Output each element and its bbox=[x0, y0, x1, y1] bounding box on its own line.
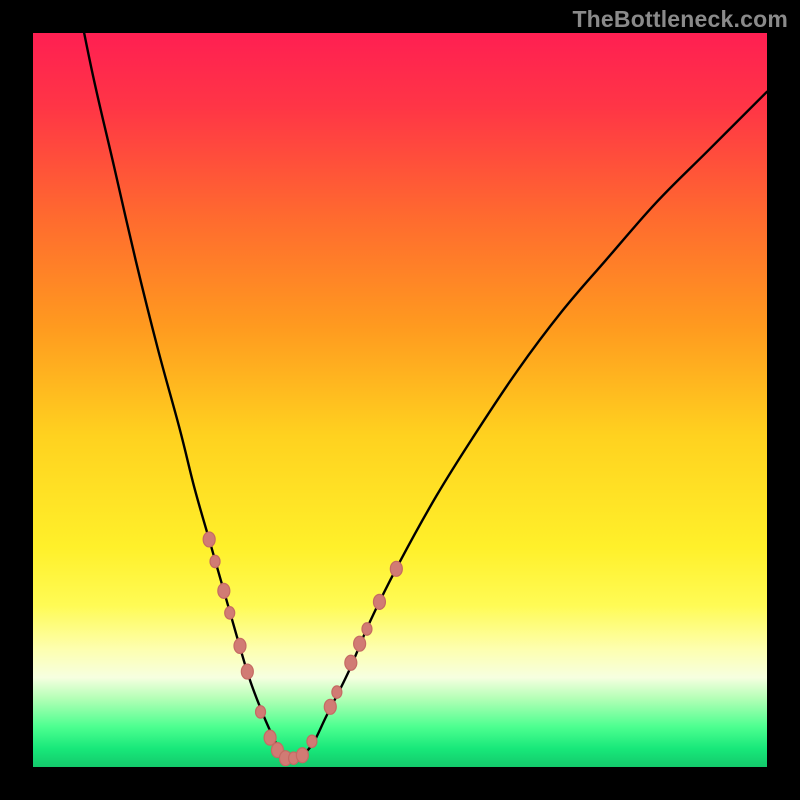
sample-dot bbox=[234, 638, 246, 653]
sample-dot bbox=[296, 748, 308, 763]
sample-dot bbox=[218, 583, 230, 598]
sample-dot bbox=[307, 735, 317, 748]
sample-dot bbox=[373, 594, 385, 609]
plot-area bbox=[33, 33, 767, 767]
curve-layer bbox=[33, 33, 767, 767]
sample-dot bbox=[324, 699, 336, 714]
sample-dot bbox=[225, 607, 235, 620]
sample-dot bbox=[362, 623, 372, 636]
sample-dot bbox=[256, 706, 266, 719]
sample-dots bbox=[203, 532, 402, 766]
sample-dot bbox=[241, 664, 253, 679]
chart-frame: TheBottleneck.com bbox=[0, 0, 800, 800]
sample-dot bbox=[264, 730, 276, 745]
sample-dot bbox=[390, 561, 402, 576]
sample-dot bbox=[332, 686, 342, 699]
sample-dot bbox=[345, 655, 357, 670]
sample-dot bbox=[203, 532, 215, 547]
sample-dot bbox=[210, 555, 220, 568]
sample-dot bbox=[354, 636, 366, 651]
watermark-text: TheBottleneck.com bbox=[572, 6, 788, 33]
bottleneck-curve bbox=[70, 33, 767, 760]
